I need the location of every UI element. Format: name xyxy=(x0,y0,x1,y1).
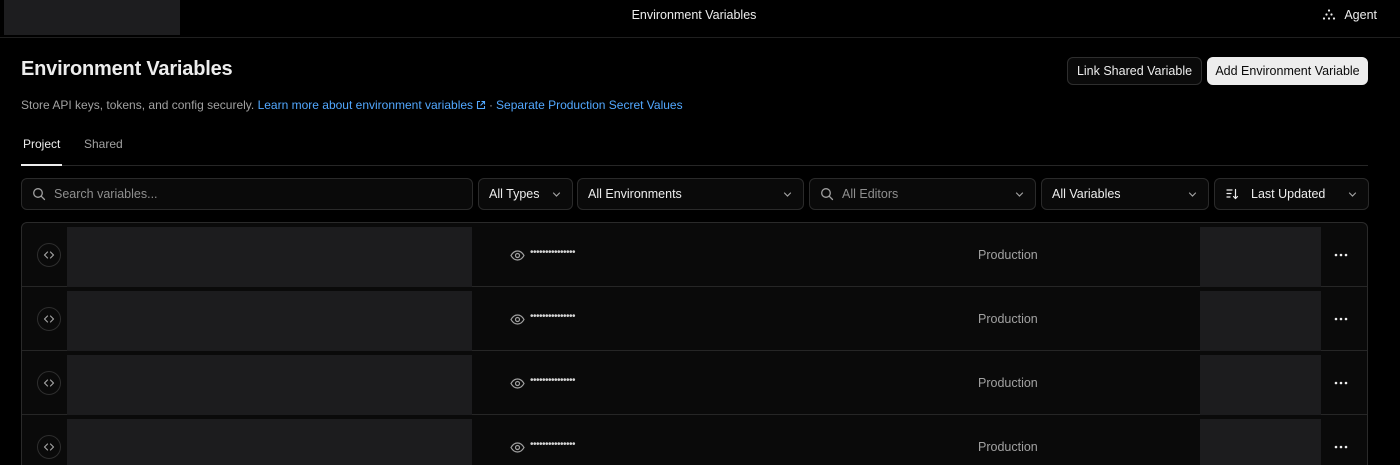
agent-label: Agent xyxy=(1344,8,1377,22)
external-link-icon xyxy=(476,100,486,110)
tab-shared-label: Shared xyxy=(84,137,123,151)
redacted-metadata xyxy=(1200,355,1321,415)
top-bar: Environment Variables Agent xyxy=(0,0,1400,38)
sort-icon xyxy=(1226,188,1239,200)
code-icon xyxy=(37,243,61,267)
types-select[interactable]: All Types xyxy=(478,178,573,210)
ellipsis-icon xyxy=(1334,445,1348,449)
list-item[interactable]: ••••••••••••••• Production xyxy=(22,223,1367,287)
variables-select[interactable]: All Variables xyxy=(1041,178,1209,210)
learn-more-link[interactable]: Learn more about environment variables xyxy=(258,98,473,112)
more-options-button[interactable] xyxy=(1332,310,1350,328)
chevron-down-icon xyxy=(783,192,792,197)
chevron-down-icon xyxy=(1188,192,1197,197)
masked-value: ••••••••••••••• xyxy=(530,375,576,386)
search-input[interactable] xyxy=(54,187,454,201)
environment-label: Production xyxy=(978,248,1038,262)
redacted-metadata xyxy=(1200,227,1321,287)
redacted-variable-name xyxy=(67,355,472,415)
ellipsis-icon xyxy=(1334,253,1348,257)
editors-select[interactable]: All Editors xyxy=(809,178,1036,210)
tabs: Project Shared xyxy=(21,132,1368,166)
redacted-variable-name xyxy=(67,227,472,287)
chevron-down-icon xyxy=(1348,192,1357,197)
eye-icon[interactable] xyxy=(510,440,525,455)
description-text: Store API keys, tokens, and config secur… xyxy=(21,98,255,112)
environment-label: Production xyxy=(978,376,1038,390)
active-tab-indicator xyxy=(21,164,62,166)
tab-shared[interactable]: Shared xyxy=(84,137,123,165)
more-options-button[interactable] xyxy=(1332,246,1350,264)
masked-value: ••••••••••••••• xyxy=(530,247,576,258)
environments-select[interactable]: All Environments xyxy=(577,178,804,210)
chevron-down-icon xyxy=(1015,192,1024,197)
masked-value: ••••••••••••••• xyxy=(530,439,576,450)
masked-value: ••••••••••••••• xyxy=(530,311,576,322)
more-options-button[interactable] xyxy=(1332,438,1350,456)
chevron-down-icon xyxy=(552,192,561,197)
separate-secret-values-link[interactable]: Separate Production Secret Values xyxy=(496,98,683,112)
more-options-button[interactable] xyxy=(1332,374,1350,392)
environments-select-value: All Environments xyxy=(588,187,682,201)
variables-select-value: All Variables xyxy=(1052,187,1121,201)
sort-select[interactable]: Last Updated xyxy=(1214,178,1369,210)
search-icon xyxy=(821,188,834,201)
list-item[interactable]: ••••••••••••••• Production xyxy=(22,415,1367,465)
environment-label: Production xyxy=(978,312,1038,326)
topbar-title: Environment Variables xyxy=(631,8,757,22)
redacted-variable-name xyxy=(67,291,472,351)
ellipsis-icon xyxy=(1334,381,1348,385)
redacted-metadata xyxy=(1200,291,1321,351)
eye-icon[interactable] xyxy=(510,376,525,391)
code-icon xyxy=(37,435,61,459)
search-field[interactable] xyxy=(21,178,473,210)
environment-label: Production xyxy=(978,440,1038,454)
code-icon xyxy=(37,371,61,395)
eye-icon[interactable] xyxy=(510,248,525,263)
list-item[interactable]: ••••••••••••••• Production xyxy=(22,287,1367,351)
tab-project[interactable]: Project xyxy=(21,137,62,166)
search-icon xyxy=(33,188,46,201)
types-select-value: All Types xyxy=(489,187,540,201)
ellipsis-icon xyxy=(1334,317,1348,321)
page-title: Environment Variables xyxy=(21,58,233,80)
code-icon xyxy=(37,307,61,331)
list-item[interactable]: ••••••••••••••• Production xyxy=(22,351,1367,415)
separator-dot: · xyxy=(489,98,494,112)
tab-project-label: Project xyxy=(23,137,61,151)
agent-icon xyxy=(1323,9,1336,20)
link-shared-variable-button[interactable]: Link Shared Variable xyxy=(1067,57,1202,85)
sort-select-value: Last Updated xyxy=(1251,187,1326,201)
redacted-variable-name xyxy=(67,419,472,465)
eye-icon[interactable] xyxy=(510,312,525,327)
agent-button[interactable]: Agent xyxy=(1322,0,1377,30)
editors-select-placeholder: All Editors xyxy=(842,187,899,201)
add-environment-variable-button[interactable]: Add Environment Variable xyxy=(1207,57,1368,85)
variables-list: ••••••••••••••• Production •••••••••••••… xyxy=(21,222,1368,465)
page-description: Store API keys, tokens, and config secur… xyxy=(21,98,683,112)
redacted-metadata xyxy=(1200,419,1321,465)
